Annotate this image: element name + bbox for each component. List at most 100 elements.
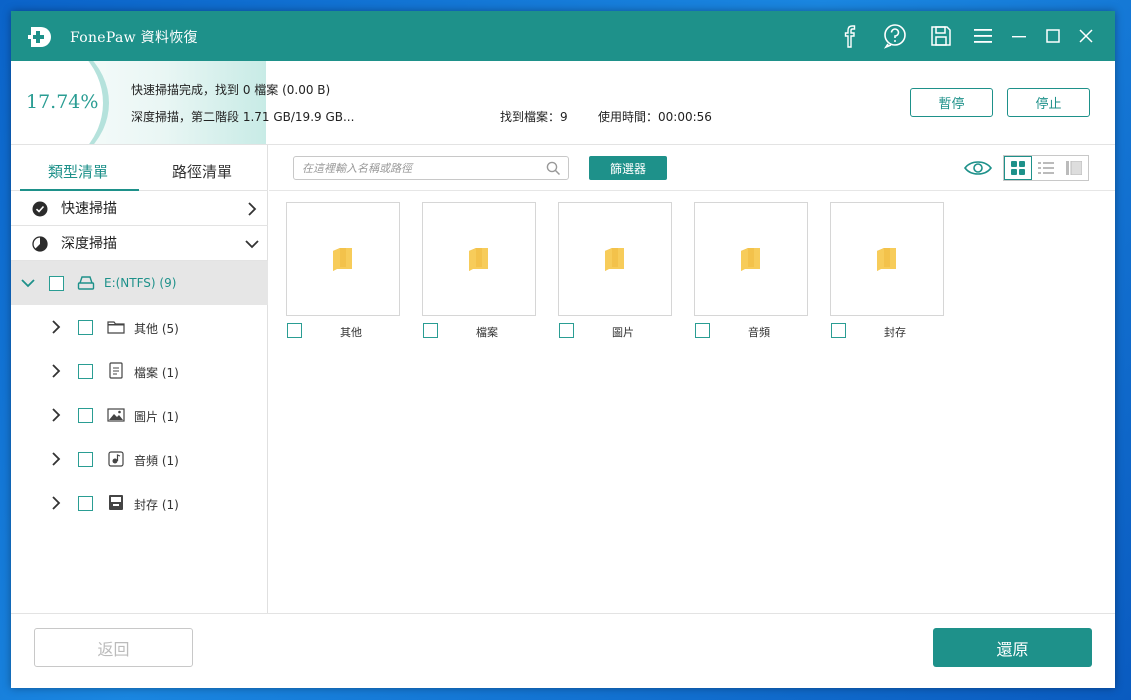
eye-icon[interactable] [963,158,993,178]
category-checkbox[interactable] [287,323,302,338]
deep-scan-row[interactable]: 深度掃描 [11,226,268,261]
tree-item-document[interactable]: 檔案 (1) [11,349,268,393]
drive-icon [77,276,95,290]
detail-view-button[interactable] [1060,156,1088,180]
chevron-right-icon[interactable] [51,452,61,466]
stop-button[interactable]: 停止 [1007,88,1090,117]
tab-path-list[interactable]: 路徑清單 [172,161,232,182]
file-toolbar: 篩選器 [269,145,1115,191]
maximize-icon[interactable] [1039,22,1067,50]
image-icon [107,408,125,422]
back-button[interactable]: 返回 [34,628,193,667]
tree-item-label: 其他 (5) [134,322,179,336]
tree-item-label: 檔案 (1) [134,366,179,380]
chevron-down-icon[interactable] [245,239,259,249]
elapsed-time: 使用時間：00:00:56 [598,110,712,124]
deep-scan-status: 深度掃描，第二階段 1.71 GB/19.9 GB... [131,110,355,124]
drive-checkbox[interactable] [49,276,64,291]
chevron-right-icon[interactable] [51,496,61,510]
detail-view-icon [1066,161,1082,175]
folder-icon [741,248,760,271]
fonepaw-logo-icon [28,27,51,47]
help-icon[interactable] [881,22,909,50]
folder-icon [107,321,125,334]
filter-button[interactable]: 篩選器 [589,156,667,180]
archive-icon [109,495,123,510]
list-view-icon [1038,162,1054,174]
tree-item-image[interactable]: 圖片 (1) [11,393,268,437]
tree-item-label: 封存 (1) [134,498,179,512]
category-thumbnail[interactable] [558,202,672,316]
category-tile-archive: 封存 [830,202,946,342]
document-icon [109,362,123,379]
category-checkbox[interactable] [559,323,574,338]
chevron-right-icon[interactable] [247,202,257,216]
grid-view-button[interactable] [1004,156,1032,180]
drive-label: E:(NTFS) (9) [104,276,177,290]
check-circle-icon [32,201,48,217]
pie-progress-icon [32,236,48,252]
drive-row[interactable]: E:(NTFS) (9) [11,261,268,305]
menu-icon[interactable] [969,22,997,50]
chevron-right-icon[interactable] [51,408,61,422]
minimize-icon[interactable] [1005,22,1033,50]
category-tile-other: 其他 [286,202,402,342]
deep-scan-label: 深度掃描 [61,236,117,252]
category-thumbnail[interactable] [694,202,808,316]
category-thumbnail[interactable] [286,202,400,316]
category-checkbox[interactable] [423,323,438,338]
search-box [293,156,569,180]
found-files-count: 找到檔案：9 [500,110,568,124]
category-checkbox[interactable] [695,323,710,338]
main-panel: 篩選器 其他 [269,145,1115,613]
category-label: 封存 [884,326,906,339]
app-title: FonePaw 資料恢復 [70,30,198,46]
category-tile-document: 檔案 [422,202,538,342]
tree-checkbox[interactable] [78,452,93,467]
quick-scan-row[interactable]: 快速掃描 [11,191,268,226]
chevron-down-icon[interactable] [21,278,35,288]
tree-checkbox[interactable] [78,408,93,423]
footer-bar: 返回 還原 [11,613,1115,688]
pause-button[interactable]: 暫停 [910,88,993,117]
category-thumbnail[interactable] [422,202,536,316]
sidebar: 類型清單 路徑清單 快速掃描 深度掃描 E:(NTFS) (9) 其他 (5) [11,145,268,613]
category-thumbnail[interactable] [830,202,944,316]
folder-icon [605,248,624,271]
tree-checkbox[interactable] [78,496,93,511]
app-window: FonePaw 資料恢復 17.74% 快速掃描完成，找到 0 檔案 (0.00… [11,11,1115,688]
search-input[interactable] [302,160,542,176]
tree-checkbox[interactable] [78,364,93,379]
title-bar: FonePaw 資料恢復 [11,11,1115,61]
tab-type-list[interactable]: 類型清單 [48,161,108,182]
category-label: 音頻 [748,326,770,339]
chevron-right-icon[interactable] [51,320,61,334]
quick-scan-status: 快速掃描完成，找到 0 檔案 (0.00 B) [131,83,331,97]
category-tile-audio: 音頻 [694,202,810,342]
search-icon[interactable] [546,161,561,176]
folder-icon [877,248,896,271]
category-checkbox[interactable] [831,323,846,338]
scan-percent: 17.74% [26,91,99,113]
folder-icon [469,248,488,271]
save-icon[interactable] [927,22,955,50]
folder-icon [333,248,352,271]
tree-checkbox[interactable] [78,320,93,335]
recover-button[interactable]: 還原 [933,628,1092,667]
category-tile-image: 圖片 [558,202,674,342]
category-label: 圖片 [612,326,634,339]
quick-scan-label: 快速掃描 [61,201,117,217]
sidebar-tabs: 類型清單 路徑清單 [11,145,268,191]
tree-item-other[interactable]: 其他 (5) [11,305,268,349]
facebook-icon[interactable] [835,22,863,50]
list-view-button[interactable] [1032,156,1060,180]
tree-item-label: 圖片 (1) [134,410,179,424]
chevron-right-icon[interactable] [51,364,61,378]
grid-view-icon [1011,161,1025,175]
category-label: 其他 [340,326,362,339]
view-mode-switcher [1003,155,1089,181]
close-icon[interactable] [1072,22,1100,50]
tree-item-audio[interactable]: 音頻 (1) [11,437,268,481]
tree-item-archive[interactable]: 封存 (1) [11,481,268,525]
tree-item-label: 音頻 (1) [134,454,179,468]
